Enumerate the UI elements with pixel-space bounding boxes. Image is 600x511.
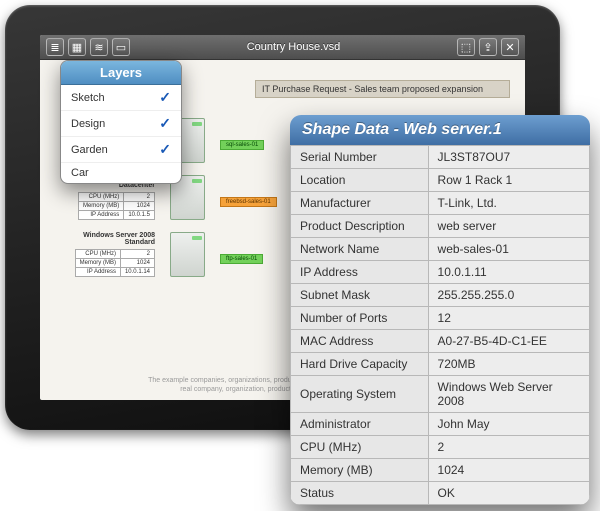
- server-icon[interactable]: [170, 232, 205, 277]
- checkmark-icon: ✓: [159, 89, 171, 106]
- server-tag: ftp-sales-01: [220, 254, 263, 264]
- property-name: CPU (MHz): [291, 436, 429, 459]
- property-name: IP Address: [291, 261, 429, 284]
- layer-row[interactable]: Garden ✓: [61, 137, 181, 163]
- toolbar-left: ≣ ▦ ≋ ▭: [46, 38, 130, 56]
- table-row: AdministratorJohn May: [291, 413, 590, 436]
- layers-popover: Layers Sketch ✓ Design ✓ Garden ✓ Car: [60, 60, 182, 184]
- property-value: 720MB: [428, 353, 589, 376]
- property-value: T-Link, Ltd.: [428, 192, 589, 215]
- property-name: Location: [291, 169, 429, 192]
- layer-label: Car: [71, 167, 89, 179]
- table-row: Number of Ports12: [291, 307, 590, 330]
- layer-label: Sketch: [71, 92, 105, 104]
- property-value: 12: [428, 307, 589, 330]
- property-name: Subnet Mask: [291, 284, 429, 307]
- grid-icon[interactable]: ▦: [68, 38, 86, 56]
- table-row: CPU (MHz)2: [291, 436, 590, 459]
- shape-data-table: Serial NumberJL3ST87OU7LocationRow 1 Rac…: [290, 145, 590, 505]
- table-row: Operating SystemWindows Web Server 2008: [291, 376, 590, 413]
- table-row: Hard Drive Capacity720MB: [291, 353, 590, 376]
- server-tag-wrap: sql-sales-01: [220, 132, 275, 150]
- layer-label: Design: [71, 118, 105, 130]
- shape-data-title: Shape Data - Web server.1: [290, 115, 590, 145]
- property-name: Number of Ports: [291, 307, 429, 330]
- document-title: Country House.vsd: [247, 41, 341, 53]
- property-value: Windows Web Server 2008: [428, 376, 589, 413]
- checkmark-icon: ✓: [159, 115, 171, 132]
- property-name: Memory (MB): [291, 459, 429, 482]
- table-row: ManufacturerT-Link, Ltd.: [291, 192, 590, 215]
- list-icon[interactable]: ≣: [46, 38, 64, 56]
- table-row: Memory (MB)1024: [291, 459, 590, 482]
- property-value: A0-27-B5-4D-C1-EE: [428, 330, 589, 353]
- share-icon[interactable]: ⇪: [479, 38, 497, 56]
- server-tag-wrap: freebsd-sales-01: [220, 189, 277, 207]
- layer-row[interactable]: Sketch ✓: [61, 85, 181, 111]
- property-value: 255.255.255.0: [428, 284, 589, 307]
- toolbar: ≣ ▦ ≋ ▭ Country House.vsd ⬚ ⇪ ✕: [40, 35, 525, 60]
- shape-data-panel: Shape Data - Web server.1 Serial NumberJ…: [290, 115, 590, 505]
- table-row: StatusOK: [291, 482, 590, 505]
- table-row: IP Address10.0.1.11: [291, 261, 590, 284]
- table-row: Product Descriptionweb server: [291, 215, 590, 238]
- property-name: Administrator: [291, 413, 429, 436]
- layer-row[interactable]: Design ✓: [61, 111, 181, 137]
- server-specs: Windows Server 2008 StandardCPU (MHz)2Me…: [55, 232, 155, 277]
- property-value: OK: [428, 482, 589, 505]
- layer-row[interactable]: Car: [61, 163, 181, 183]
- close-icon[interactable]: ✕: [501, 38, 519, 56]
- table-row: Serial NumberJL3ST87OU7: [291, 146, 590, 169]
- property-name: Manufacturer: [291, 192, 429, 215]
- table-row: MAC AddressA0-27-B5-4D-C1-EE: [291, 330, 590, 353]
- layers-icon[interactable]: ≋: [90, 38, 108, 56]
- property-value: Row 1 Rack 1: [428, 169, 589, 192]
- property-value: 10.0.1.11: [428, 261, 589, 284]
- checkmark-icon: ✓: [159, 141, 171, 158]
- table-row: LocationRow 1 Rack 1: [291, 169, 590, 192]
- server-tag-wrap: ftp-sales-01: [220, 246, 275, 264]
- layers-header: Layers: [61, 61, 181, 85]
- property-value: web-sales-01: [428, 238, 589, 261]
- property-value: JL3ST87OU7: [428, 146, 589, 169]
- property-name: Operating System: [291, 376, 429, 413]
- property-name: Network Name: [291, 238, 429, 261]
- server-tag: sql-sales-01: [220, 140, 264, 150]
- property-name: Serial Number: [291, 146, 429, 169]
- table-row: Subnet Mask255.255.255.0: [291, 284, 590, 307]
- property-name: Hard Drive Capacity: [291, 353, 429, 376]
- page-icon[interactable]: ▭: [112, 38, 130, 56]
- server-tag: freebsd-sales-01: [220, 197, 277, 207]
- property-name: Status: [291, 482, 429, 505]
- property-name: Product Description: [291, 215, 429, 238]
- toolbar-right: ⬚ ⇪ ✕: [457, 38, 519, 56]
- banner: IT Purchase Request - Sales team propose…: [255, 80, 510, 98]
- table-row: Network Nameweb-sales-01: [291, 238, 590, 261]
- property-value: 2: [428, 436, 589, 459]
- layer-label: Garden: [71, 144, 108, 156]
- property-value: 1024: [428, 459, 589, 482]
- property-value: John May: [428, 413, 589, 436]
- property-value: web server: [428, 215, 589, 238]
- property-name: MAC Address: [291, 330, 429, 353]
- pdf-icon[interactable]: ⬚: [457, 38, 475, 56]
